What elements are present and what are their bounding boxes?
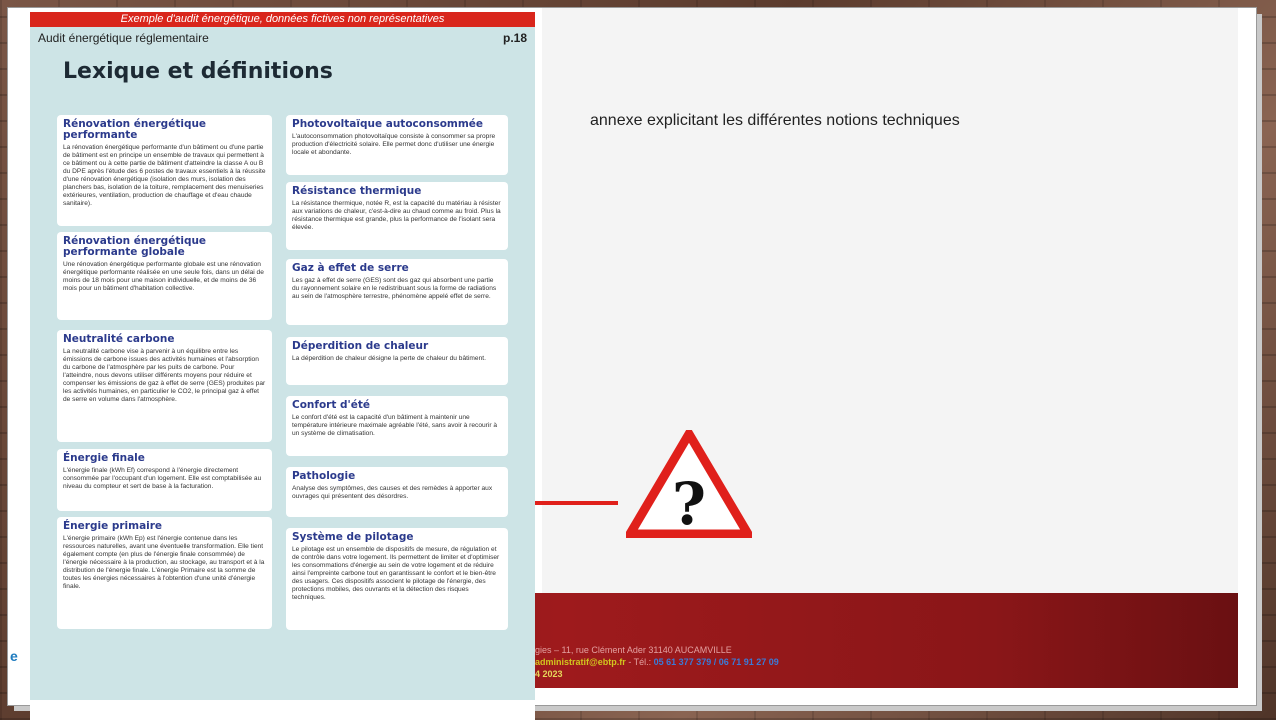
- definition-title: Rénovation énergétique performante: [63, 118, 207, 141]
- footer-contact-line: : administratif@ebtp.fr - Tél.: 05 61 37…: [530, 656, 779, 668]
- definition-card: Photovoltaïque autoconsommée L'autoconso…: [286, 115, 508, 175]
- doc-banner: Exemple d'audit énergétique, données fic…: [30, 12, 535, 27]
- footer-email: administratif@ebtp.fr: [535, 657, 626, 667]
- definition-title: Système de pilotage: [292, 531, 414, 543]
- definition-body: Une rénovation énergétique performante g…: [63, 261, 264, 292]
- doc-header: Audit énergétique réglementaire p.18: [30, 27, 535, 49]
- definition-body: La déperdition de chaleur désigne la per…: [292, 355, 486, 362]
- definition-title: Neutralité carbone: [63, 333, 175, 345]
- definition-body: La rénovation énergétique performante d'…: [63, 144, 266, 207]
- annex-caption: annexe explicitant les différentes notio…: [590, 112, 960, 129]
- definition-body: Le pilotage est un ensemble de dispositi…: [292, 546, 500, 601]
- definition-title: Déperdition de chaleur: [292, 340, 429, 352]
- doc-title: Lexique et définitions: [63, 59, 333, 84]
- doc-bottom-margin: [30, 700, 535, 720]
- definition-title: Rénovation énergétique performante globa…: [63, 235, 207, 258]
- definition-body: Le confort d'été est la capacité d'un bâ…: [292, 414, 498, 437]
- definition-title: Gaz à effet de serre: [292, 262, 409, 274]
- audit-document-page: Exemple d'audit énergétique, données fic…: [30, 12, 535, 720]
- footer-contact: ogies – 11, rue Clément Ader 31140 AUCAM…: [530, 644, 779, 680]
- definition-card: Résistance thermique La résistance therm…: [286, 182, 508, 250]
- definition-card: Gaz à effet de serre Les gaz à effet de …: [286, 259, 508, 325]
- footer-phones: 05 61 377 379 / 06 71 91 27 09: [653, 657, 779, 667]
- definition-title: Énergie primaire: [63, 520, 163, 532]
- definition-title: Confort d'été: [292, 399, 371, 411]
- definition-body: L'énergie finale (kWh Ef) correspond à l…: [63, 467, 262, 490]
- definition-card: Rénovation énergétique performante globa…: [57, 232, 272, 320]
- warning-question-icon: ?: [626, 430, 752, 538]
- footer-tel-label: - Tél.:: [625, 657, 654, 667]
- footer-date: 04 2023: [530, 669, 563, 679]
- company-logo: e: [10, 648, 18, 664]
- definition-body: L'énergie primaire (kWh Ep) est l'énergi…: [63, 535, 265, 590]
- footer-address: ogies – 11, rue Clément Ader 31140 AUCAM…: [530, 645, 732, 655]
- definition-body: La résistance thermique, notée R, est la…: [292, 200, 501, 231]
- definition-card: Énergie finale L'énergie finale (kWh Ef)…: [57, 449, 272, 511]
- definition-card: Déperdition de chaleur La déperdition de…: [286, 337, 508, 385]
- definition-card: Énergie primaire L'énergie primaire (kWh…: [57, 517, 272, 629]
- warning-glyph: ?: [672, 470, 706, 538]
- definition-card: Rénovation énergétique performante La ré…: [57, 115, 272, 226]
- definition-body: Les gaz à effet de serre (GES) sont des …: [292, 277, 497, 300]
- definition-card: Système de pilotage Le pilotage est un e…: [286, 528, 508, 630]
- definition-title: Pathologie: [292, 470, 356, 482]
- definition-title: Énergie finale: [63, 452, 145, 464]
- doc-header-title: Audit énergétique réglementaire: [38, 31, 209, 45]
- definition-body: La neutralité carbone vise à parvenir à …: [63, 348, 266, 403]
- definition-card: Neutralité carbone La neutralité carbone…: [57, 330, 272, 442]
- definition-card-pathologie: Pathologie Analyse des symptômes, des ca…: [286, 467, 508, 517]
- definition-body: L'autoconsommation photovoltaïque consis…: [292, 133, 496, 156]
- definition-title: Photovoltaïque autoconsommée: [292, 118, 484, 130]
- definition-card: Confort d'été Le confort d'été est la ca…: [286, 396, 508, 456]
- doc-page-number: p.18: [502, 31, 527, 45]
- definition-title: Résistance thermique: [292, 185, 422, 197]
- definition-body: Analyse des symptômes, des causes et des…: [292, 485, 493, 500]
